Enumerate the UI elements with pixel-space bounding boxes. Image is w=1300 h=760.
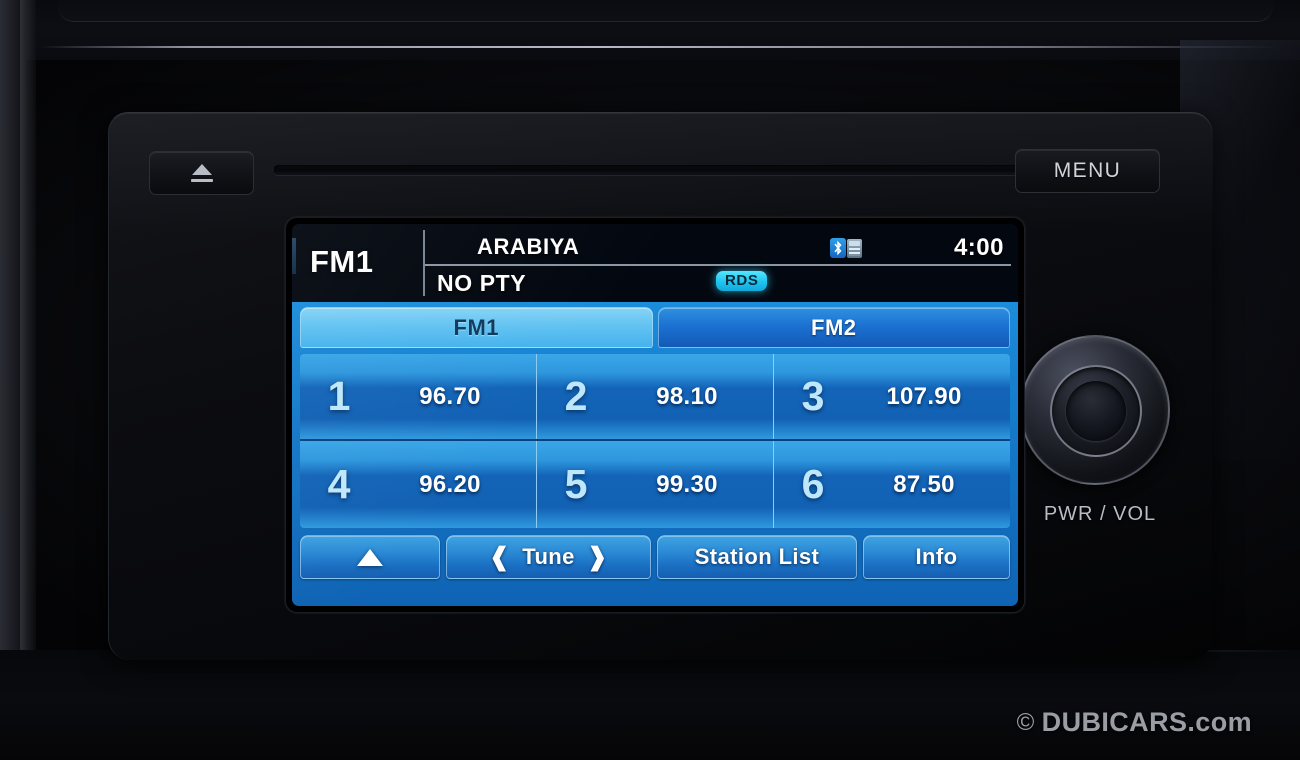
lcd-screen[interactable]: FM1 ARABIYA NO PTY RDS 4:00 FM1 FM2 1 96…	[292, 224, 1018, 606]
watermark-text: DUBICARS.com	[1041, 707, 1252, 737]
band-label: FM1	[310, 244, 374, 279]
preset-row: 4 96.20 5 99.30 6 87.50	[300, 441, 1010, 528]
info-button[interactable]: Info	[863, 535, 1010, 579]
preset-button-3[interactable]: 3 107.90	[774, 354, 1010, 439]
preset-button-5[interactable]: 5 99.30	[537, 441, 774, 528]
status-divider	[423, 230, 425, 296]
preset-number: 2	[564, 373, 588, 419]
tune-label: Tune	[522, 544, 575, 569]
tab-fm1[interactable]: FM1	[300, 307, 653, 348]
display-bezel: FM1 ARABIYA NO PTY RDS 4:00 FM1 FM2 1 96…	[285, 217, 1025, 613]
preset-number: 4	[327, 461, 351, 507]
eject-button[interactable]	[149, 151, 254, 195]
status-horizontal-rule	[425, 264, 1011, 266]
band-tabs: FM1 FM2	[300, 307, 1010, 348]
preset-frequency: 87.50	[893, 470, 955, 498]
preset-row: 1 96.70 2 98.10 3 107.90	[300, 354, 1010, 441]
chevron-left-icon[interactable]: ❰	[489, 544, 510, 570]
preset-button-4[interactable]: 4 96.20	[300, 441, 537, 528]
dashboard-vent-bay	[58, 0, 1273, 22]
station-name: ARABIYA	[477, 234, 580, 259]
preset-button-6[interactable]: 6 87.50	[774, 441, 1010, 528]
program-type-label: NO PTY	[437, 270, 527, 296]
clock: 4:00	[953, 234, 1004, 261]
watermark-copyright: ©	[1016, 708, 1035, 736]
radio-panel: FM1 FM2 1 96.70 2 98.10 3 107.90 4 96.20…	[292, 302, 1018, 606]
tab-fm2[interactable]: FM2	[657, 307, 1010, 348]
preset-frequency: 99.30	[656, 470, 718, 498]
station-list-button[interactable]: Station List	[657, 535, 857, 579]
preset-number: 1	[327, 373, 351, 419]
knob-center-cap[interactable]	[1066, 381, 1126, 441]
preset-frequency: 96.20	[419, 470, 481, 498]
preset-number: 6	[801, 461, 825, 507]
dashboard-chrome-trim	[40, 46, 1280, 48]
rds-badge: RDS	[716, 271, 768, 291]
head-unit: MENU PWR / VOL FM1 ARABIYA NO PTY RDS 4:…	[108, 112, 1213, 660]
preset-number: 5	[564, 461, 588, 507]
knob-label: PWR / VOL	[1043, 503, 1157, 525]
tab-fm1-label: FM1	[453, 314, 499, 340]
preset-frequency: 96.70	[419, 382, 481, 410]
bluetooth-phone-icon	[830, 237, 864, 259]
station-list-label: Station List	[694, 544, 820, 569]
preset-button-1[interactable]: 1 96.70	[300, 354, 537, 439]
control-button-row: ❰ Tune ❱ Station List Info	[300, 535, 1010, 579]
watermark: © DUBICARS.com	[1017, 707, 1252, 738]
power-volume-knob[interactable]: PWR / VOL	[1010, 335, 1190, 565]
menu-button[interactable]: MENU	[1015, 149, 1160, 193]
menu-button-label: MENU	[1053, 159, 1122, 182]
tab-fm2-label: FM2	[811, 314, 857, 340]
info-label: Info	[915, 544, 958, 569]
eject-icon	[189, 164, 215, 182]
dashboard-bottom-panel	[0, 650, 1300, 760]
bluetooth-glyph	[834, 240, 842, 256]
preset-number: 3	[801, 373, 825, 419]
dashboard-left-pillar-highlight	[20, 0, 36, 760]
cd-slot[interactable]	[274, 165, 1064, 175]
tune-control[interactable]: ❰ Tune ❱	[446, 535, 651, 579]
preset-frequency: 98.10	[656, 382, 718, 410]
preset-frequency: 107.90	[886, 382, 962, 410]
screen-edge-artifact	[292, 238, 296, 274]
preset-grid: 1 96.70 2 98.10 3 107.90 4 96.20 5 99.30…	[300, 354, 1010, 528]
scroll-up-button[interactable]	[300, 535, 440, 579]
chevron-right-icon[interactable]: ❱	[587, 544, 608, 570]
preset-button-2[interactable]: 2 98.10	[537, 354, 774, 439]
status-bar: FM1 ARABIYA NO PTY RDS 4:00	[292, 224, 1018, 302]
triangle-up-icon	[357, 548, 383, 566]
